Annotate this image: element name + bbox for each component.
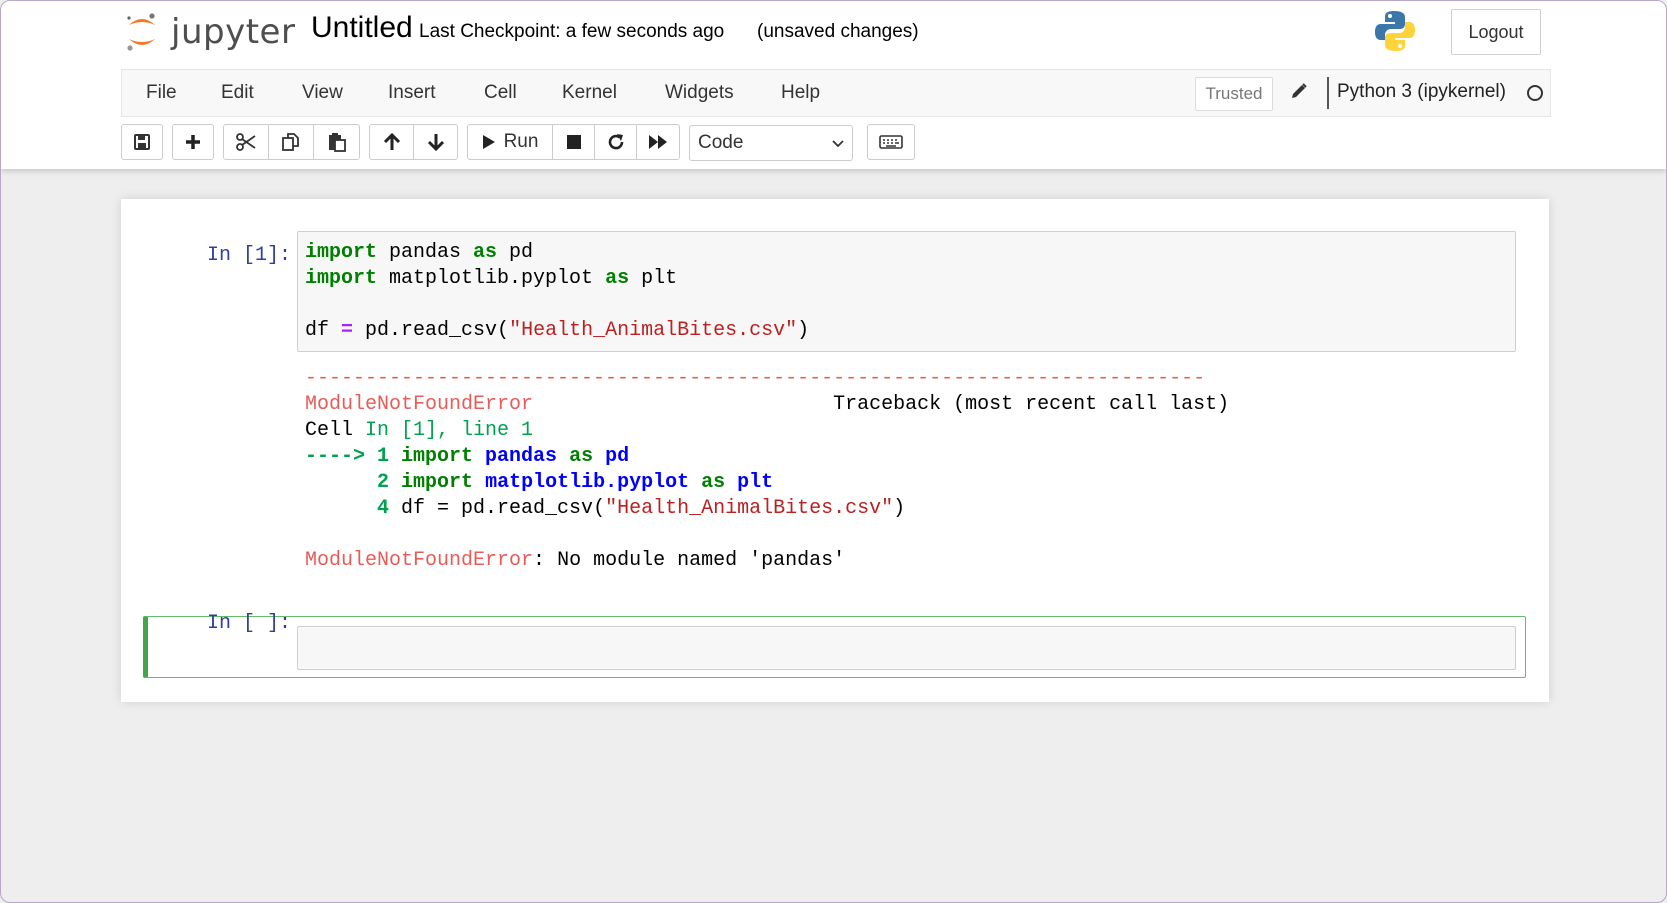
code-token: pd.read_csv(: [353, 319, 510, 342]
traceback-token: pd: [605, 445, 630, 468]
insert-cell-button[interactable]: [172, 124, 214, 160]
cut-button[interactable]: [223, 124, 269, 160]
copy-button[interactable]: [268, 124, 314, 160]
logo-text: jupyter: [171, 12, 296, 52]
traceback-token: df = pd.read_csv(: [401, 497, 606, 520]
copy-icon: [282, 133, 299, 151]
traceback-token: plt: [737, 471, 774, 494]
run-button[interactable]: Run: [467, 124, 553, 160]
chevron-down-icon: [832, 140, 844, 148]
traceback-line-number: 4: [377, 497, 402, 520]
code-token: as: [605, 267, 630, 290]
menu-help[interactable]: Help: [781, 82, 820, 104]
arrow-down-icon: [427, 134, 444, 151]
traceback-token: matplotlib.pyplot: [485, 471, 690, 494]
restart-run-all-button[interactable]: [636, 124, 680, 160]
kernel-name[interactable]: Python 3 (ipykernel): [1337, 81, 1506, 103]
play-icon: [482, 135, 495, 149]
paste-button[interactable]: [313, 124, 360, 160]
pencil-icon[interactable]: [1290, 82, 1308, 100]
cell-type-value: Code: [698, 132, 744, 153]
logout-button[interactable]: Logout: [1451, 9, 1541, 55]
jupyter-logo-icon: [127, 13, 155, 51]
error-name: ModuleNotFoundError: [305, 549, 534, 572]
move-up-button[interactable]: [369, 124, 414, 160]
command-palette-button[interactable]: [867, 124, 915, 160]
plus-icon: [186, 135, 200, 149]
trusted-indicator[interactable]: Trusted: [1195, 77, 1273, 111]
python-logo-icon: [1375, 11, 1415, 51]
notebook-name[interactable]: Untitled: [311, 11, 413, 45]
restart-button[interactable]: [594, 124, 637, 160]
menubar: File Edit View Insert Cell Kernel Widget…: [121, 69, 1551, 117]
jupyter-logo[interactable]: jupyter: [125, 9, 295, 55]
traceback-text: Cell: [305, 419, 366, 442]
keyboard-icon: [879, 135, 903, 149]
arrow-up-icon: [383, 133, 400, 150]
code-token: import: [305, 267, 378, 290]
scissors-icon: [236, 133, 256, 151]
menu-kernel[interactable]: Kernel: [562, 82, 617, 104]
cell-prompt: In [1]:: [206, 244, 291, 267]
menu-widgets[interactable]: Widgets: [665, 82, 734, 104]
traceback-token: ): [893, 497, 906, 520]
error-output: ----------------------------------------…: [305, 366, 1505, 574]
traceback-arrow: ----> 1: [305, 445, 402, 468]
menu-edit[interactable]: Edit: [221, 82, 254, 104]
traceback-label: Traceback (most recent call last): [833, 393, 1230, 416]
paste-icon: [328, 133, 346, 152]
notebook-container: In [1]: import pandas as pd import matpl…: [121, 199, 1549, 702]
interrupt-button[interactable]: [552, 124, 595, 160]
code-token: as: [473, 241, 498, 264]
error-message: No module named 'pandas': [557, 549, 846, 572]
error-separator: ----------------------------------------…: [305, 367, 1206, 390]
cell-prompt: In [ ]:: [206, 612, 291, 635]
stop-icon: [566, 135, 581, 149]
traceback-token: import: [401, 471, 474, 494]
code-token: pd: [497, 241, 534, 264]
code-cell-input[interactable]: import pandas as pd import matplotlib.py…: [297, 231, 1516, 352]
traceback-token: pandas: [485, 445, 558, 468]
code-token: df: [305, 319, 342, 342]
traceback-location: In [1], line 1: [365, 419, 534, 442]
code-token: ): [797, 319, 810, 342]
code-token: pandas: [377, 241, 474, 264]
app-window: jupyter Untitled Last Checkpoint: a few …: [0, 0, 1667, 903]
restart-icon: [608, 134, 623, 150]
error-name: ModuleNotFoundError: [305, 393, 534, 416]
kernel-divider: [1327, 77, 1329, 109]
kernel-idle-icon: [1527, 85, 1543, 101]
header: jupyter Untitled Last Checkpoint: a few …: [1, 1, 1666, 169]
run-label: Run: [503, 131, 539, 152]
code-token: "Health_AnimalBites.csv": [509, 319, 798, 342]
traceback-token: "Health_AnimalBites.csv": [605, 497, 894, 520]
empty-code-cell-input[interactable]: [297, 626, 1516, 670]
menu-insert[interactable]: Insert: [388, 82, 436, 104]
menu-file[interactable]: File: [146, 82, 177, 104]
traceback-token: as: [701, 471, 726, 494]
menu-view[interactable]: View: [302, 82, 343, 104]
code-token: import: [305, 241, 378, 264]
error-separator-colon: :: [533, 549, 558, 572]
save-icon: [134, 134, 150, 150]
traceback-line-number: 2: [377, 471, 402, 494]
traceback-token: import: [401, 445, 474, 468]
cell-type-select[interactable]: Code: [689, 125, 853, 161]
code-token: =: [341, 319, 354, 342]
move-down-button[interactable]: [413, 124, 458, 160]
code-token: matplotlib.pyplot: [377, 267, 606, 290]
autosave-status: (unsaved changes): [757, 21, 919, 42]
fast-forward-icon: [649, 135, 667, 149]
save-button[interactable]: [121, 124, 163, 160]
menu-cell[interactable]: Cell: [484, 82, 517, 104]
checkpoint-status: Last Checkpoint: a few seconds ago: [419, 21, 725, 42]
code-token: plt: [629, 267, 678, 290]
traceback-token: as: [569, 445, 594, 468]
